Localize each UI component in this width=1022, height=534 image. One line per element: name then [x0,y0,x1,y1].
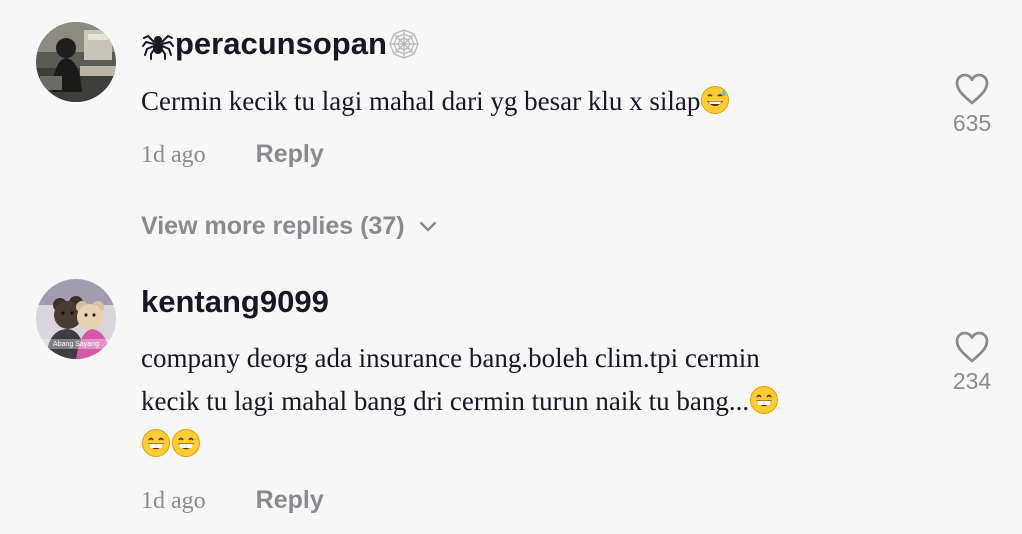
comment-text-line: kecik tu lagi mahal bang dri cermin turu… [141,380,901,423]
like-button[interactable]: 234 [944,330,1000,395]
comment-timestamp: 1d ago [141,488,206,514]
comments-panel: peracunsopan Cermin kecik tu lagi mahal … [0,0,1022,534]
view-more-label: View more replies (37) [141,212,405,240]
username-text: kentang9099 [141,284,329,319]
spider-icon [141,27,175,61]
comment-text-line: company deorg ada insurance bang.boleh c… [141,343,760,373]
heart-outline-icon [955,331,989,363]
avatar-caption: Abang Sayang [53,341,99,348]
comment-text-body: kecik tu lagi mahal bang dri cermin turu… [141,386,750,416]
grinning-sweat-emoji [700,85,730,115]
comment-text: company deorg ada insurance bang.boleh c… [141,337,901,466]
comment-username[interactable]: peracunsopan [141,26,421,62]
like-count: 635 [952,110,992,136]
chevron-down-icon [419,221,437,233]
comment-username[interactable]: kentang9099 [141,284,329,320]
view-more-replies-button[interactable]: View more replies (37) [141,212,437,241]
like-count: 234 [952,368,992,394]
avatar[interactable] [36,22,116,102]
comment-text-line [141,423,901,466]
teddy-bears-avatar: Abang Sayang [36,279,116,359]
beaming-face-emoji [171,428,201,458]
spider-web-icon [387,27,421,61]
avatar[interactable]: Abang Sayang [36,279,116,359]
username-text: peracunsopan [175,26,387,61]
comment-meta: 1d ago Reply [141,486,324,515]
reply-button[interactable]: Reply [256,140,324,169]
heart-outline-icon [955,73,989,105]
comment-text-body: Cermin kecik tu lagi mahal dari yg besar… [141,86,701,116]
person-at-desk-avatar [36,22,116,102]
comment-meta: 1d ago Reply [141,140,324,169]
comment-text: Cermin kecik tu lagi mahal dari yg besar… [141,80,901,123]
beaming-face-emoji [749,385,779,415]
comment-timestamp: 1d ago [141,142,206,168]
like-button[interactable]: 635 [944,72,1000,137]
beaming-face-emoji [141,428,171,458]
reply-button[interactable]: Reply [256,486,324,515]
